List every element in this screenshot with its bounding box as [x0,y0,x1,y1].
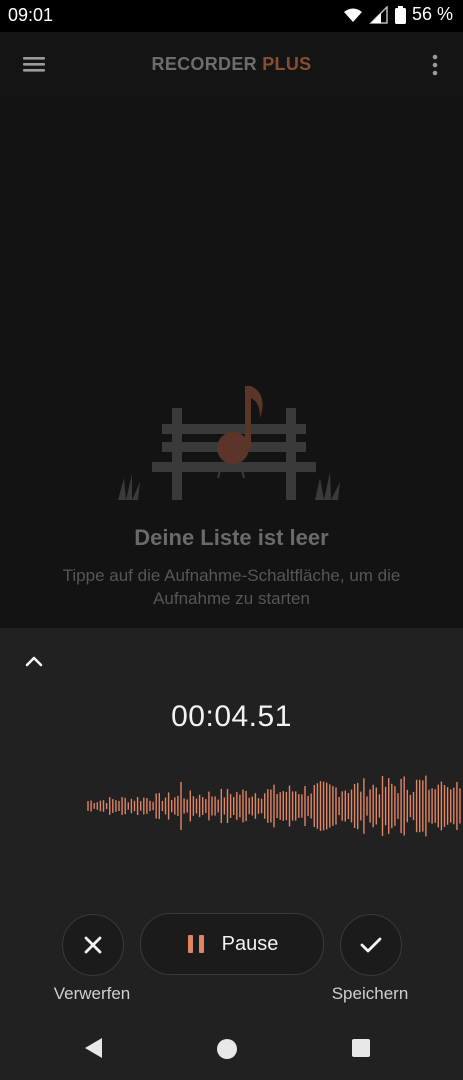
empty-subtitle: Tippe auf die Aufnahme-Schaltfläche, um … [62,566,401,608]
home-icon[interactable] [217,1039,237,1059]
empty-title: Deine Liste ist leer [134,525,329,550]
save-label: Speichern [331,984,409,1003]
battery-icon [394,5,406,24]
system-nav-bar [0,1016,463,1080]
close-icon [84,936,102,954]
empty-state: Deine Liste ist leer Tippe auf die Aufna… [0,98,463,628]
waveform [87,775,461,837]
status-bar: 09:01 56 % [0,0,463,32]
chevron-up-icon[interactable] [22,650,46,674]
app-title: RECORDER PLUS [0,54,463,75]
pause-button[interactable]: Pause [140,913,324,975]
recording-timer: 00:04.51 [171,700,292,733]
pause-icon [187,935,204,953]
battery-level: 56 % [411,4,453,24]
status-icons: 56 % [343,4,453,25]
recents-icon[interactable] [352,1039,370,1057]
empty-illustration [118,386,340,500]
check-icon [360,937,382,953]
more-vert-icon[interactable] [425,52,445,78]
discard-button[interactable] [62,914,124,976]
status-time: 09:01 [8,5,54,25]
save-button[interactable] [340,914,402,976]
wifi-icon [343,8,362,22]
app-title-main: RECORDER [151,54,257,74]
app-title-accent: PLUS [262,54,312,74]
pause-label: Pause [221,932,279,955]
app-bar: RECORDER PLUS [0,32,463,98]
signal-icon [369,5,388,24]
back-icon[interactable] [82,1036,104,1060]
discard-label: Verwerfen [53,984,131,1003]
recording-sheet: 00:04.51 Pause Verwerfen Speichern [0,628,463,1016]
